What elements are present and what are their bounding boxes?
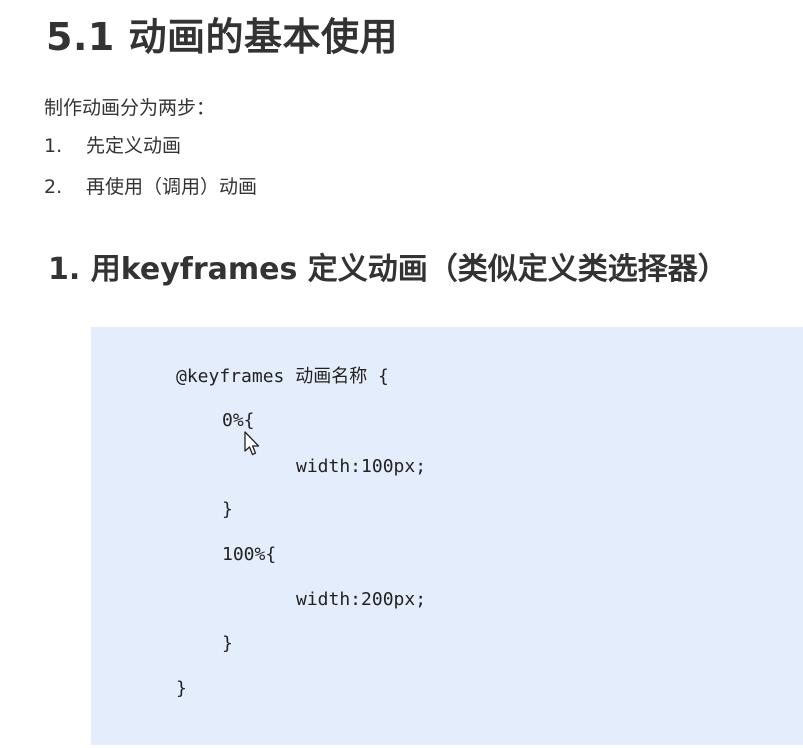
code-line: width:100px; <box>296 456 427 477</box>
intro-text: 制作动画分为两步： <box>44 97 216 119</box>
code-block <box>91 327 803 745</box>
code-line: } <box>222 633 233 654</box>
list-item-number: 2. <box>44 176 63 198</box>
code-line: 0%{ <box>222 410 255 431</box>
section-heading: 1. 用keyframes 定义动画（类似定义类选择器） <box>48 252 728 287</box>
list-item: 1. 先定义动画 <box>44 136 257 157</box>
mouse-pointer-icon <box>244 431 260 456</box>
steps-list: 1. 先定义动画 2. 再使用（调用）动画 <box>44 136 257 218</box>
page-title: 5.1 动画的基本使用 <box>46 15 399 59</box>
list-item-number: 1. <box>44 135 63 157</box>
code-line: 100%{ <box>222 544 277 565</box>
code-line: } <box>222 499 233 520</box>
code-line: } <box>176 678 187 699</box>
list-item: 2. 再使用（调用）动画 <box>44 177 257 198</box>
code-line: width:200px; <box>296 589 427 610</box>
list-item-text: 先定义动画 <box>86 135 182 157</box>
list-item-text: 再使用（调用）动画 <box>86 176 258 198</box>
code-line: @keyframes 动画名称 { <box>176 366 389 387</box>
